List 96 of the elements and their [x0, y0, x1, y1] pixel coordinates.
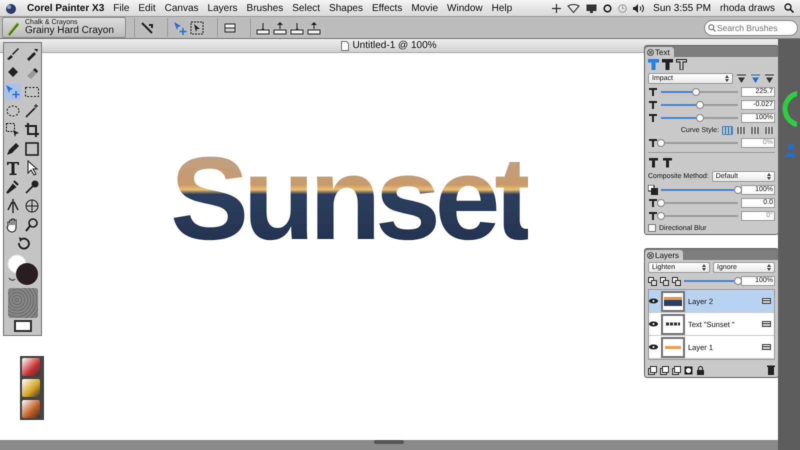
- text-style-icon[interactable]: [662, 59, 673, 70]
- angle-icon: [648, 211, 658, 221]
- curve-style-icon[interactable]: [736, 126, 747, 135]
- menu-item[interactable]: Effects: [372, 2, 402, 14]
- opacity-icon: [648, 185, 658, 195]
- panel-title: Layers: [655, 250, 680, 260]
- updown-icon: [767, 264, 771, 271]
- rectangle-selection-icon[interactable]: [24, 84, 40, 100]
- alignment-icon[interactable]: [764, 74, 775, 83]
- menu-item[interactable]: File: [113, 2, 130, 14]
- slider-thumb[interactable]: [692, 88, 700, 96]
- alignment-icon[interactable]: [736, 74, 747, 83]
- layer-thumbnail: [661, 314, 685, 334]
- close-icon: [647, 48, 654, 56]
- ring-icon: [781, 89, 797, 129]
- document-title: Untitled-1 @ 100%: [352, 40, 437, 51]
- layer-type-icon: [762, 344, 771, 350]
- user-name[interactable]: rhoda draws: [720, 2, 775, 14]
- library-icon[interactable]: [22, 400, 40, 418]
- front-layer-icon[interactable]: [290, 20, 304, 34]
- menu-item[interactable]: Canvas: [164, 2, 199, 14]
- menu-item[interactable]: Brushes: [246, 2, 284, 14]
- panel-tab[interactable]: Text: [645, 47, 674, 57]
- menu-item[interactable]: Movie: [411, 2, 438, 14]
- layer-stack-icon[interactable]: [223, 20, 237, 34]
- updown-icon: [725, 75, 729, 82]
- monitor-icon[interactable]: [586, 4, 598, 12]
- curve-style-icon[interactable]: [722, 126, 733, 135]
- magic-wand-icon[interactable]: [24, 103, 40, 119]
- library-icon[interactable]: [22, 379, 40, 397]
- updown-icon: [702, 264, 706, 271]
- media-icon[interactable]: [14, 320, 32, 332]
- color-swatches-icon[interactable]: [6, 254, 38, 286]
- slider-thumb[interactable]: [734, 276, 742, 284]
- eye-icon[interactable]: [649, 298, 658, 304]
- library-icon[interactable]: [22, 358, 40, 376]
- lock-icon[interactable]: [696, 366, 705, 374]
- leading-icon: [648, 113, 658, 123]
- slider-thumb[interactable]: [734, 186, 742, 194]
- search-icon[interactable]: [784, 3, 794, 13]
- shadow-style-icon[interactable]: [648, 157, 659, 168]
- drop-layer-icon[interactable]: [256, 20, 270, 34]
- paper-texture-swatch[interactable]: [8, 288, 38, 318]
- slider-thumb[interactable]: [657, 198, 665, 206]
- panel-title: Text: [655, 48, 670, 56]
- checkbox[interactable]: [648, 224, 656, 232]
- text-tool-icon[interactable]: [5, 160, 21, 176]
- magnifier-icon[interactable]: [24, 217, 40, 233]
- panel-tab[interactable]: Layers: [645, 250, 684, 260]
- slider-thumb[interactable]: [696, 100, 704, 108]
- menu-item[interactable]: Select: [292, 2, 320, 14]
- search-field[interactable]: Search Brushes: [704, 20, 798, 36]
- menu-item[interactable]: Window: [447, 2, 483, 14]
- app-menu[interactable]: Corel Painter X3: [27, 2, 104, 14]
- layer-thumbnail: [661, 336, 685, 358]
- clock: Sun 3:55 PM: [653, 2, 711, 14]
- app-logo-icon: [4, 2, 18, 14]
- layer-type-icon: [762, 298, 771, 304]
- mask-icon[interactable]: [684, 366, 693, 374]
- menu-item[interactable]: Help: [492, 2, 512, 14]
- brush-variant: Grainy Hard Crayon: [25, 26, 114, 36]
- menu-item[interactable]: Edit: [138, 2, 156, 14]
- sync-icon[interactable]: [603, 4, 612, 12]
- curve-style-icon[interactable]: [750, 126, 761, 135]
- person-icon: [782, 143, 796, 157]
- wifi-icon[interactable]: [567, 4, 580, 12]
- back-layer-icon[interactable]: [307, 20, 321, 34]
- eye-icon[interactable]: [649, 344, 658, 350]
- lasso-icon[interactable]: [5, 103, 21, 119]
- rectangle-icon[interactable]: [24, 141, 40, 157]
- shadow-style-icon[interactable]: [662, 157, 673, 168]
- close-icon: [647, 252, 654, 258]
- raise-layer-icon[interactable]: [273, 20, 287, 34]
- text-style-icon[interactable]: [676, 59, 687, 70]
- eye-icon[interactable]: [649, 321, 658, 327]
- menu-item[interactable]: Layers: [208, 2, 238, 14]
- document-icon: [341, 40, 350, 50]
- scroll-handle[interactable]: [374, 440, 404, 444]
- font-size-icon: [648, 87, 658, 97]
- tracking-icon: [648, 100, 658, 110]
- updown-icon: [767, 173, 771, 180]
- speaker-icon[interactable]: [633, 4, 644, 12]
- trash-icon[interactable]: [767, 365, 775, 375]
- menu-item[interactable]: Shapes: [329, 2, 363, 14]
- transform-icon[interactable]: [5, 122, 21, 138]
- offset-icon: [648, 198, 658, 208]
- crayon-icon: [5, 20, 21, 36]
- baseline-icon: [648, 138, 658, 148]
- crop-icon[interactable]: [24, 122, 40, 138]
- brush-icon[interactable]: [5, 46, 21, 62]
- curve-style-icon[interactable]: [764, 126, 775, 135]
- pen-icon[interactable]: [5, 141, 21, 157]
- move-icon[interactable]: [552, 4, 562, 12]
- slider-thumb[interactable]: [696, 114, 704, 122]
- layer-type-icon: [762, 321, 771, 327]
- selection-transform-icon[interactable]: [190, 20, 204, 34]
